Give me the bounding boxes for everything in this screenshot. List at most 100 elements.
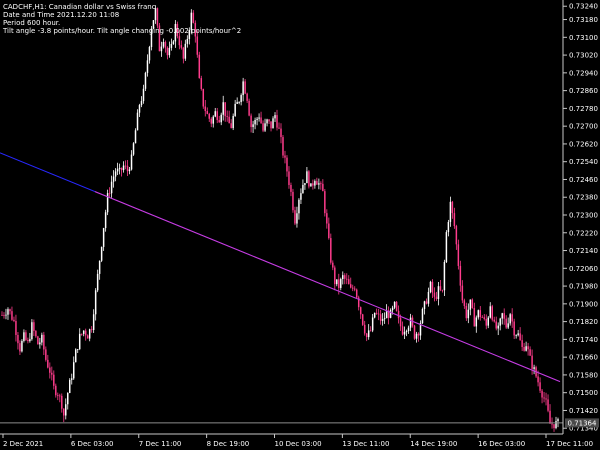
candle-body	[136, 112, 139, 131]
candle-body	[69, 379, 71, 393]
candle-body	[294, 210, 296, 224]
candle-body	[88, 329, 91, 339]
candle-body	[170, 43, 173, 48]
candle-body	[328, 223, 330, 239]
candle-body	[447, 221, 450, 233]
candle-body	[346, 278, 348, 280]
candle-body	[497, 325, 499, 329]
x-tick-label: 16 Dec 03:00	[478, 440, 525, 448]
candle-body	[545, 398, 547, 400]
candle-body	[389, 310, 392, 318]
candle-body	[210, 118, 212, 124]
candle-body	[142, 88, 145, 102]
candle-body	[353, 288, 356, 290]
candle-body	[84, 330, 87, 336]
candle-body	[100, 246, 103, 261]
candle-body	[435, 296, 438, 299]
candle-body	[324, 191, 326, 214]
candle-body	[278, 127, 280, 129]
candle-body	[521, 340, 523, 347]
candle-body	[375, 312, 378, 314]
candle-body	[314, 181, 316, 186]
candle-body	[7, 309, 9, 315]
candle-body	[300, 193, 302, 200]
candle-body	[268, 119, 270, 122]
candle-body	[15, 321, 17, 335]
candle-body	[11, 311, 13, 320]
candle-body	[112, 176, 115, 182]
candle-body	[431, 281, 434, 293]
candle-body	[491, 306, 493, 320]
candle-body	[134, 130, 137, 144]
candle-body	[202, 88, 205, 107]
candle-body	[439, 286, 442, 290]
y-tick-label: 0.72460	[569, 176, 598, 184]
y-tick-label: 0.72060	[569, 265, 598, 273]
candle-body	[437, 286, 440, 299]
candle-body	[511, 314, 513, 322]
candle-body	[104, 212, 107, 229]
candle-body	[132, 143, 135, 155]
candle-body	[483, 317, 486, 319]
price-tag-value: 0.71364	[568, 419, 597, 427]
chart-window[interactable]: 0.73240 0.73180 0.73100 0.73020 0.72940 0.728…	[0, 0, 600, 450]
candle-body	[49, 367, 51, 373]
candle-body	[477, 310, 480, 318]
candle-body	[487, 317, 489, 326]
candle-body	[332, 262, 334, 268]
candle-body	[218, 120, 220, 123]
candle-body	[551, 423, 553, 425]
candle-body	[242, 81, 244, 96]
candle-body	[533, 367, 535, 369]
candle-body	[465, 305, 468, 319]
candle-body	[82, 330, 85, 334]
candle-body	[274, 115, 276, 119]
candle-body	[102, 228, 105, 247]
y-tick-label: 0.72540	[569, 158, 598, 166]
candle-body	[47, 359, 49, 368]
candle-body	[344, 275, 346, 279]
candle-body	[276, 115, 278, 128]
candle-body	[71, 378, 73, 380]
candle-body	[41, 334, 43, 343]
candle-body	[114, 171, 117, 177]
y-tick-label: 0.73100	[569, 34, 598, 42]
candle-body	[316, 181, 318, 185]
candle-body	[509, 314, 511, 324]
candle-body	[413, 325, 416, 339]
y-tick-label: 0.71820	[569, 318, 598, 326]
candle-body	[338, 279, 340, 288]
candle-body	[130, 154, 133, 170]
candle-body	[128, 169, 131, 172]
candle-body	[529, 349, 531, 356]
candle-body	[220, 114, 222, 123]
candle-body	[515, 335, 517, 337]
candle-body	[367, 330, 370, 338]
candle-body	[326, 213, 328, 224]
candle-body	[427, 291, 430, 304]
info-datetime-line: Date and Time 2021.12.20 11:08	[3, 11, 119, 19]
candle-body	[230, 123, 232, 129]
candle-body	[160, 46, 163, 52]
candle-body	[138, 105, 141, 113]
candle-body	[481, 317, 484, 318]
candle-body	[252, 124, 254, 128]
candle-body	[74, 349, 77, 363]
candle-body	[53, 374, 55, 386]
price-chart[interactable]: 0.73240 0.73180 0.73100 0.73020 0.72940 0.728…	[0, 0, 600, 450]
candle-body	[260, 117, 262, 124]
candle-body	[489, 306, 491, 318]
candle-body	[391, 307, 394, 311]
current-price-tag: 0.71364	[565, 418, 599, 428]
candle-body	[385, 310, 388, 319]
candle-body	[539, 382, 541, 391]
candle-body	[415, 333, 418, 339]
x-tick-label: 10 Dec 03:00	[275, 440, 322, 448]
candle-body	[304, 183, 306, 185]
x-tick-label: 2 Dec 2021	[3, 440, 43, 448]
candle-body	[495, 321, 497, 329]
candle-body	[549, 410, 551, 424]
candle-body	[98, 260, 101, 274]
candle-body	[457, 244, 460, 266]
candle-body	[407, 327, 410, 332]
